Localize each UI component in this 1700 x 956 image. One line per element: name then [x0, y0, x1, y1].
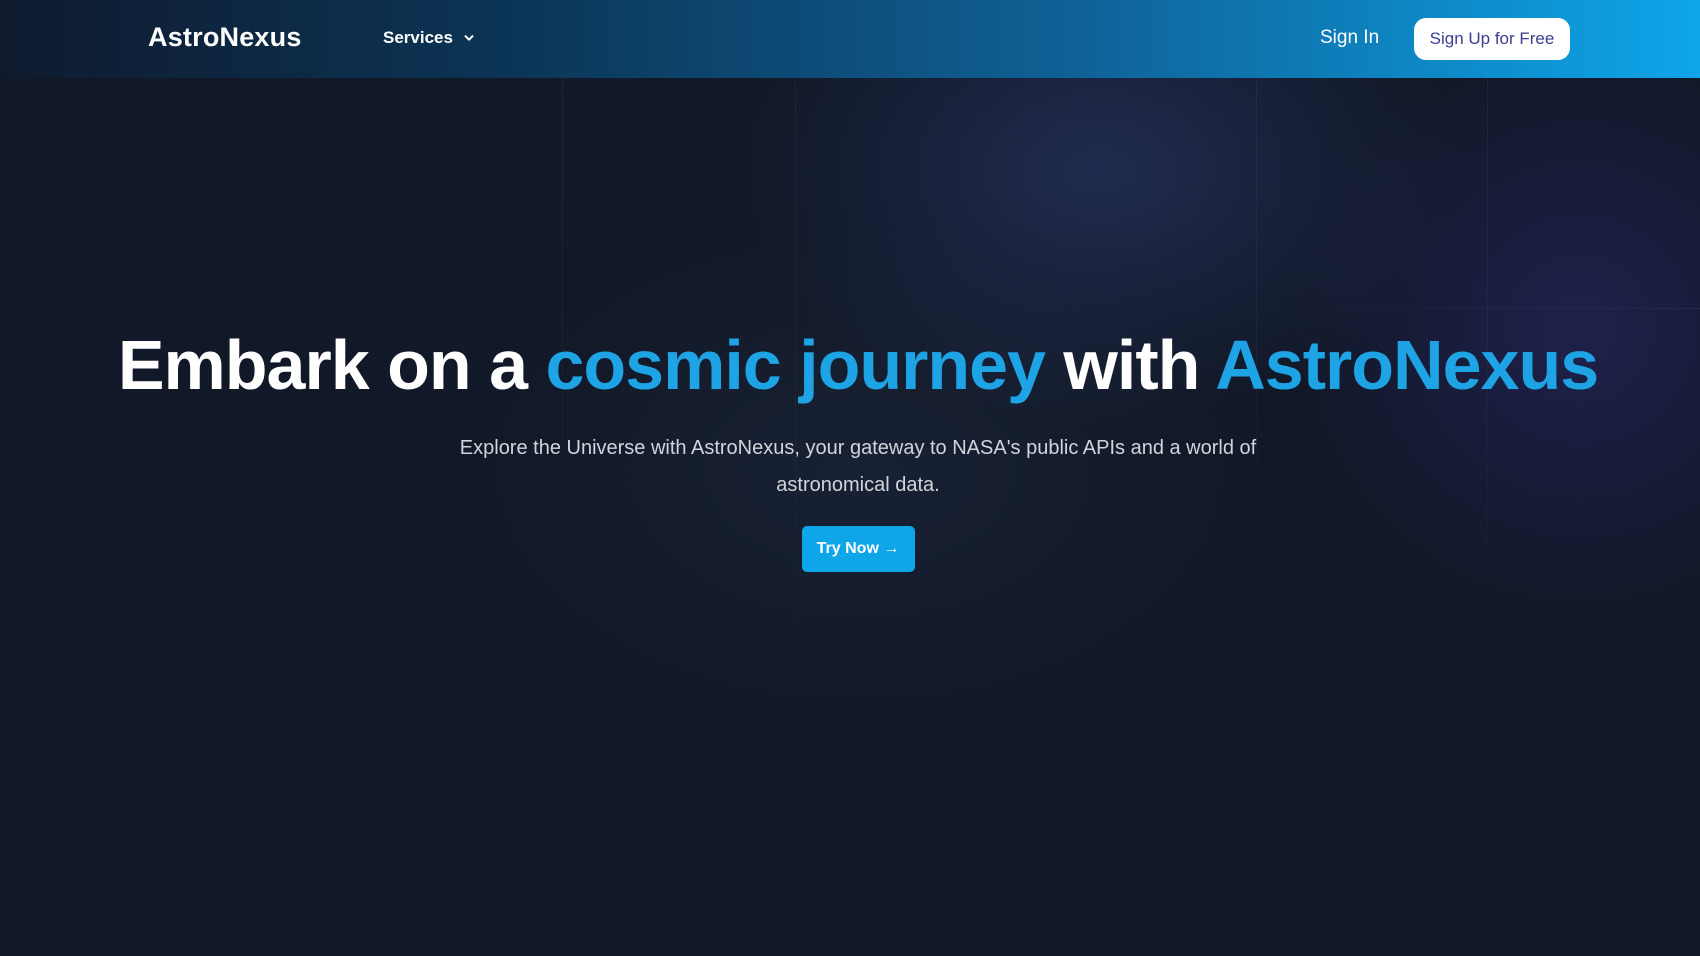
- landing-page: AstroNexus Services Sign In Sign Up for …: [0, 0, 1700, 956]
- hero-subtitle: Explore the Universe with AstroNexus, yo…: [459, 437, 1257, 496]
- sign-up-button[interactable]: Sign Up for Free: [1414, 18, 1570, 60]
- hero-title-accent-cosmic: cosmic journey: [545, 326, 1046, 404]
- hero-title-accent-brand: AstroNexus: [1215, 326, 1599, 404]
- try-now-button[interactable]: Try Now →: [801, 526, 915, 572]
- top-navbar: AstroNexus Services Sign In Sign Up for …: [0, 0, 1700, 78]
- services-dropdown[interactable]: Services: [383, 28, 475, 48]
- hero-title-part1: Embark on a: [117, 326, 546, 404]
- hero-title-part2: with: [1044, 326, 1216, 404]
- sign-in-link[interactable]: Sign In: [1320, 27, 1379, 49]
- hero-section: Embark on a cosmic journey with AstroNex…: [0, 330, 1700, 572]
- chevron-down-icon: [464, 35, 474, 41]
- services-label: Services: [383, 28, 453, 47]
- hero-title: Embark on a cosmic journey with AstroNex…: [0, 330, 1700, 400]
- grid-line: [1180, 308, 1700, 309]
- brand-logo[interactable]: AstroNexus: [148, 22, 302, 53]
